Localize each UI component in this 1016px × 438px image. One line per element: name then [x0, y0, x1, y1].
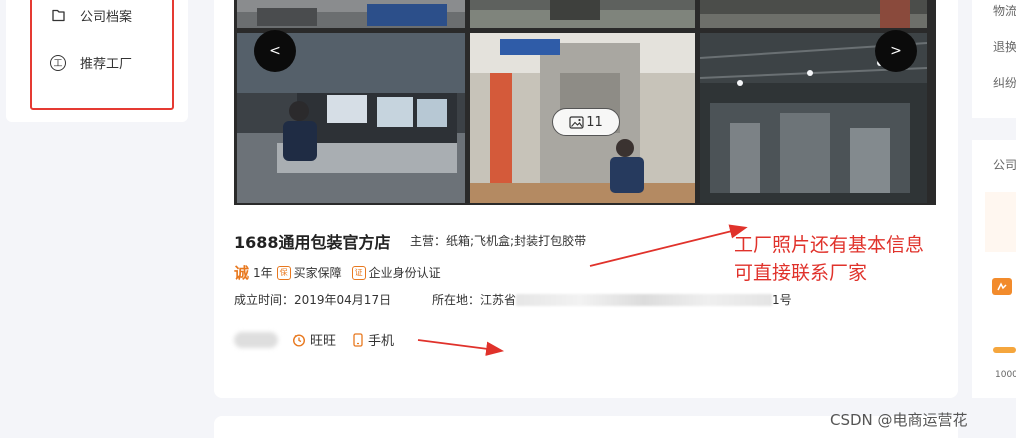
right-item-disputes[interactable]: 纠纷 — [993, 74, 1016, 91]
right-company-card — [972, 140, 1016, 398]
right-item-returns[interactable]: 退换 — [993, 38, 1016, 55]
annotation-text-line1: 工厂照片还有基本信息 — [734, 234, 925, 256]
right-item-logistics[interactable]: 物流 — [993, 2, 1016, 19]
annotation-arrow-info — [589, 224, 748, 267]
annotation-arrow-contact — [417, 339, 505, 356]
right-highlight-panel — [985, 192, 1016, 252]
csdn-watermark: CSDN @电商运营花 — [830, 411, 968, 429]
right-company-label: 公司 — [993, 158, 1016, 172]
right-progress-bar — [993, 347, 1016, 353]
annotation-arrows — [417, 224, 748, 356]
right-number: 1000 — [995, 370, 1016, 380]
annotation-text-line2: 可直接联系厂家 — [734, 262, 868, 284]
orange-service-icon[interactable] — [992, 278, 1012, 295]
